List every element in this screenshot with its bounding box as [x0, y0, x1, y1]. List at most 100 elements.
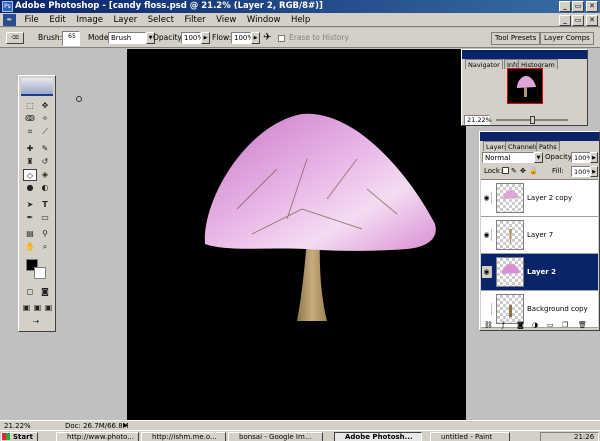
- healing-brush-icon[interactable]: ✚: [23, 143, 37, 155]
- eyedropper-icon[interactable]: ⚲: [38, 228, 52, 240]
- lock-all-icon[interactable]: 🔒: [529, 167, 538, 175]
- close-button[interactable]: ✕: [586, 1, 598, 12]
- brush-tool-icon[interactable]: ✎: [38, 143, 52, 155]
- menu-edit[interactable]: Edit: [45, 13, 69, 27]
- quickmask-mode-icon[interactable]: ◙: [38, 286, 52, 298]
- task-ie-1[interactable]: http://www.photo...: [56, 432, 139, 441]
- eye-icon[interactable]: ◉: [482, 266, 492, 278]
- doc-close-button[interactable]: ✕: [586, 15, 598, 26]
- layer-style-icon[interactable]: ƒ: [502, 321, 504, 329]
- document-canvas[interactable]: [127, 49, 466, 422]
- standard-mode-icon[interactable]: ◻: [23, 286, 37, 298]
- flow-input[interactable]: 100%: [231, 32, 254, 44]
- layer-name[interactable]: Background copy: [527, 304, 588, 314]
- lasso-tool-icon[interactable]: ↂ: [23, 113, 37, 125]
- menu-view[interactable]: View: [212, 13, 240, 27]
- layer-row[interactable]: ◉ Layer 7: [481, 217, 598, 254]
- menu-select[interactable]: Select: [144, 13, 178, 27]
- eraser-tool-icon[interactable]: ◇: [23, 169, 37, 181]
- trash-icon[interactable]: 🗑: [578, 321, 587, 329]
- lock-move-icon[interactable]: ✥: [520, 167, 526, 175]
- toolbox-header-logo[interactable]: [21, 78, 53, 96]
- photoshop-app-icon[interactable]: Ps: [2, 1, 13, 12]
- lock-paint-icon[interactable]: ✎: [511, 167, 517, 175]
- screen-mode-standard-icon[interactable]: ▣: [21, 302, 32, 314]
- link-layers-icon[interactable]: ⛓: [484, 321, 493, 329]
- screen-mode-full-menu-icon[interactable]: ▣: [32, 302, 43, 314]
- dodge-tool-icon[interactable]: ◐: [38, 182, 52, 194]
- tab-navigator[interactable]: Navigator: [465, 59, 503, 69]
- opacity-arrow-icon[interactable]: ▶: [201, 32, 210, 44]
- new-group-icon[interactable]: ▭: [547, 321, 554, 329]
- erase-history-checkbox[interactable]: [278, 35, 285, 42]
- airbrush-icon[interactable]: ✈: [263, 32, 271, 44]
- layer-row-selected[interactable]: ◉ Layer 2: [481, 254, 598, 291]
- menu-filter[interactable]: Filter: [181, 13, 210, 27]
- magic-wand-icon[interactable]: ✧: [38, 113, 52, 125]
- tool-presets-tab[interactable]: Tool Presets: [491, 32, 541, 45]
- navigator-preview[interactable]: [507, 68, 543, 104]
- menu-window[interactable]: Window: [243, 13, 285, 27]
- task-ie-2[interactable]: http://ishm.me.o...: [141, 432, 226, 441]
- eye-icon[interactable]: ◉: [482, 229, 492, 241]
- menu-file[interactable]: File: [21, 13, 43, 27]
- opacity-input[interactable]: 100%: [181, 32, 204, 44]
- task-photoshop[interactable]: Adobe Photosh...: [334, 432, 422, 441]
- lock-transparency-icon[interactable]: [502, 167, 509, 174]
- layer-opacity-arrow-icon[interactable]: ▶: [590, 152, 598, 163]
- minimize-button[interactable]: _: [559, 1, 571, 12]
- flow-arrow-icon[interactable]: ▶: [251, 32, 260, 44]
- hand-tool-icon[interactable]: ✋: [23, 241, 37, 253]
- ps-feather-icon[interactable]: ✒: [3, 14, 16, 26]
- layer-opacity-input[interactable]: 100%: [571, 152, 593, 163]
- slice-tool-icon[interactable]: ⟋: [38, 126, 52, 138]
- layer-name[interactable]: Layer 2: [527, 267, 556, 277]
- type-tool-icon[interactable]: T: [38, 199, 52, 211]
- brush-picker[interactable]: 65: [62, 31, 80, 46]
- menu-image[interactable]: Image: [72, 13, 107, 27]
- menu-layer[interactable]: Layer: [110, 13, 142, 27]
- doc-minimize-button[interactable]: _: [559, 15, 571, 26]
- navigator-titlebar[interactable]: [462, 50, 587, 59]
- layer-comps-tab[interactable]: Layer Comps: [540, 32, 594, 45]
- screen-mode-full-icon[interactable]: ▣: [43, 302, 54, 314]
- fill-arrow-icon[interactable]: ▶: [590, 166, 598, 177]
- blend-mode-select[interactable]: Normal: [482, 152, 534, 163]
- zoom-tool-icon[interactable]: ⌕: [38, 241, 52, 253]
- clone-stamp-icon[interactable]: ♜: [23, 156, 37, 168]
- move-tool-icon[interactable]: ✥: [38, 100, 52, 112]
- paint-bucket-icon[interactable]: ◈: [38, 169, 52, 181]
- path-select-icon[interactable]: ➤: [23, 199, 37, 211]
- fill-input[interactable]: 100%: [571, 166, 593, 177]
- navigator-zoom-handle[interactable]: [530, 116, 535, 124]
- marquee-tool-icon[interactable]: ⬚: [23, 100, 37, 112]
- brush-cursor-icon: [76, 96, 82, 102]
- eraser-tool-preset-icon[interactable]: ⌫: [6, 32, 24, 44]
- adjustment-layer-icon[interactable]: ◑: [532, 321, 538, 329]
- eye-icon[interactable]: ◉: [482, 192, 492, 204]
- navigator-zoom-input[interactable]: 21.22%: [464, 115, 492, 125]
- layer-mask-icon[interactable]: ◙: [517, 321, 524, 329]
- blur-tool-icon[interactable]: ●: [23, 182, 37, 194]
- task-google-images[interactable]: bonsai - Google Im...: [228, 432, 323, 441]
- new-layer-icon[interactable]: ❐: [562, 321, 568, 329]
- mode-select[interactable]: Brush: [108, 32, 146, 44]
- layer-name[interactable]: Layer 2 copy: [527, 193, 572, 203]
- eye-hidden-icon[interactable]: [482, 303, 492, 315]
- history-brush-icon[interactable]: ↺: [38, 156, 52, 168]
- jump-to-imageready-icon[interactable]: ⇢: [29, 316, 43, 328]
- layer-row[interactable]: ◉ Layer 2 copy: [481, 180, 598, 217]
- doc-restore-button[interactable]: ▭: [572, 15, 584, 26]
- shape-tool-icon[interactable]: ▭: [38, 212, 52, 224]
- layer-name[interactable]: Layer 7: [527, 230, 553, 240]
- blend-mode-dropdown-icon[interactable]: ▼: [534, 152, 543, 163]
- task-paint[interactable]: untitled - Paint: [430, 432, 510, 441]
- layers-titlebar[interactable]: [480, 132, 599, 141]
- maximize-button[interactable]: ▭: [572, 1, 584, 12]
- tab-paths[interactable]: Paths: [536, 141, 560, 151]
- crop-tool-icon[interactable]: ⌗: [23, 126, 37, 138]
- notes-tool-icon[interactable]: ▤: [23, 228, 37, 240]
- menu-help[interactable]: Help: [287, 13, 314, 27]
- pen-tool-icon[interactable]: ✒: [23, 212, 37, 224]
- background-color-swatch[interactable]: [34, 267, 46, 279]
